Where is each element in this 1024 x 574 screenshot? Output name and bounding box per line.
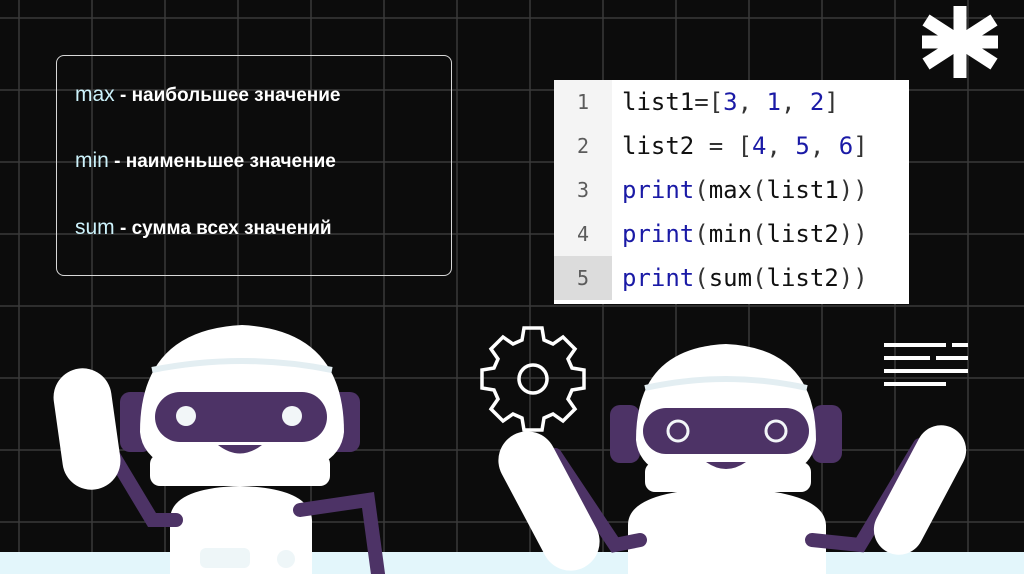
- robot-left: [53, 325, 385, 574]
- gear-icon: [480, 326, 586, 432]
- illustration: [0, 6, 1024, 574]
- text-lines-icon: [884, 343, 968, 386]
- floor: [0, 552, 1024, 574]
- robot-right: [498, 344, 967, 574]
- asterisk-icon: [922, 6, 998, 78]
